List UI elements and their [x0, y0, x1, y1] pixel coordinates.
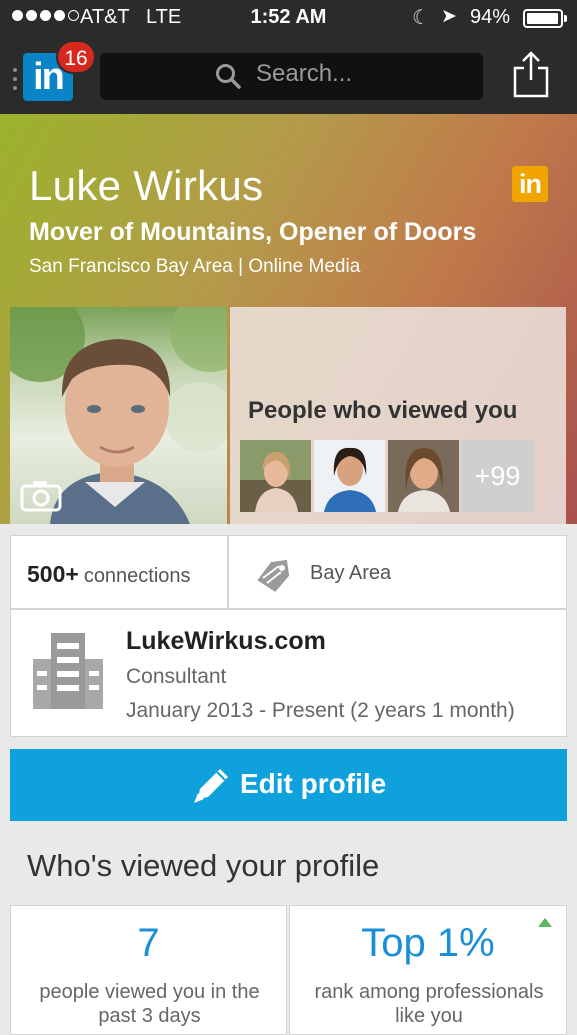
- region-label: Bay Area: [310, 562, 392, 584]
- search-placeholder[interactable]: Search...: [256, 60, 352, 88]
- profile-headline: Mover of Mountains, Opener of Doors: [29, 218, 477, 246]
- rank-stat-card[interactable]: Top 1% rank among professionals like you: [289, 905, 567, 1035]
- edit-profile-label[interactable]: Edit profile: [240, 768, 386, 800]
- company-name[interactable]: LukeWirkus.com: [126, 627, 326, 656]
- search-icon: [216, 64, 241, 89]
- trend-up-icon: [538, 918, 552, 927]
- whos-viewed-title: Who's viewed your profile: [27, 848, 380, 883]
- rank-value: Top 1%: [361, 921, 495, 965]
- notification-badge[interactable]: 16: [56, 40, 96, 74]
- people-who-viewed-title[interactable]: People who viewed you: [248, 397, 517, 425]
- profile-name: Luke Wirkus: [29, 162, 264, 209]
- battery-percentage: 94%: [470, 6, 511, 28]
- rank-label: rank among professionals like you: [314, 981, 544, 1027]
- location-arrow-icon: ➤: [441, 6, 457, 27]
- position-dates: January 2013 - Present (2 years 1 month): [126, 699, 515, 722]
- pencil-icon: [194, 769, 228, 803]
- connections-count: 500+: [27, 561, 79, 587]
- camera-icon[interactable]: [20, 478, 62, 512]
- battery-tip: [564, 15, 567, 22]
- profile-views-count: 7: [137, 921, 160, 965]
- tag-icon: [257, 559, 290, 592]
- viewer-avatar[interactable]: [388, 440, 459, 512]
- battery-icon: [523, 9, 563, 28]
- job-title: Consultant: [126, 665, 227, 688]
- profile-views-label: people viewed you in the past 3 days: [39, 981, 260, 1027]
- profile-views-stat-card[interactable]: 7 people viewed you in the past 3 days: [10, 905, 287, 1035]
- share-icon[interactable]: [512, 50, 550, 98]
- more-viewers-count[interactable]: +99: [461, 440, 534, 512]
- status-bar: AT&T LTE 1:52 AM ☾ ➤ 94%: [0, 0, 577, 38]
- profile-location-industry: San Francisco Bay Area | Online Media: [29, 256, 361, 277]
- linkedin-badge-icon[interactable]: in: [512, 166, 548, 202]
- viewer-avatar[interactable]: [240, 440, 311, 512]
- connections-summary[interactable]: 500+ connections: [27, 561, 191, 588]
- building-icon: [33, 633, 103, 709]
- viewer-avatar[interactable]: [314, 440, 385, 512]
- menu-grip-icon[interactable]: [13, 68, 17, 90]
- connections-label: connections: [83, 565, 191, 587]
- do-not-disturb-icon: ☾: [412, 7, 430, 29]
